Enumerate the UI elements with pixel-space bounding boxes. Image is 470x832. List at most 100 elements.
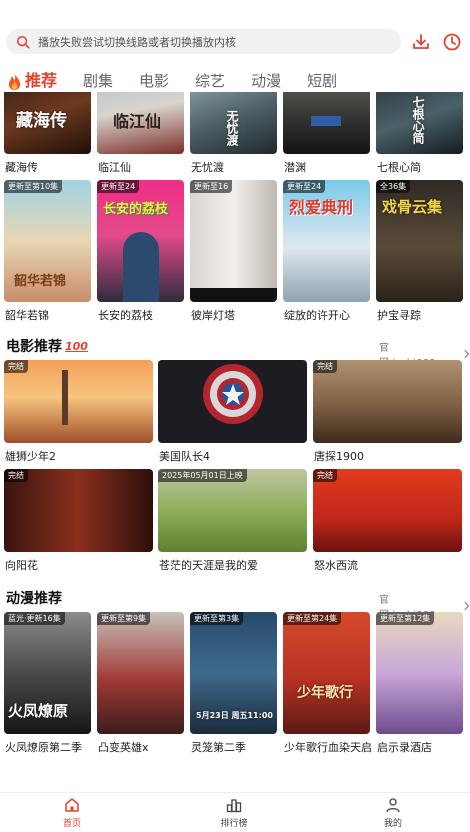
search-icon [16, 35, 30, 48]
status-badge: 更新至第10集 [4, 180, 63, 193]
nav-home[interactable]: 首页 [42, 797, 102, 829]
poster-title[interactable]: 少年歌行血染天启... [284, 739, 372, 755]
poster-card[interactable] [283, 92, 370, 154]
poster-card[interactable]: 全36集 戏骨云集 [376, 180, 463, 302]
poster-strip [190, 288, 277, 302]
poster-title[interactable]: 彼岸灯塔 [191, 307, 235, 323]
tab-anime[interactable]: 动漫 [251, 70, 281, 92]
poster-card[interactable]: 更新至第24集 少年歌行 [283, 612, 370, 734]
poster-overlay-title: 长安的荔枝 [103, 202, 169, 217]
poster-title[interactable]: 潜渊 [284, 159, 306, 175]
figure-shape [123, 232, 159, 302]
poster-overlay-title: 烈爱典刑 [289, 198, 354, 217]
status-badge: 完结 [4, 360, 28, 373]
tab-recommend[interactable]: 推荐 [7, 70, 83, 92]
tab-label: 推荐 [25, 71, 58, 90]
nav-ranking[interactable]: 排行榜 [204, 797, 264, 829]
poster-title[interactable]: 向阳花 [5, 557, 38, 573]
tab-short-drama[interactable]: 短剧 [307, 70, 337, 92]
status-badge: 全36集 [376, 180, 411, 193]
status-badge: 更新至第12集 [376, 612, 435, 625]
status-badge: 完结 [313, 469, 337, 482]
poster-overlay-title: 临江仙 [113, 112, 162, 131]
poster-overlay-title: 七根心简 [411, 96, 425, 144]
tab-variety[interactable]: 综艺 [195, 70, 225, 92]
main-content: 藏海传 藏海传 临江仙 临江仙 无忧渡 无忧渡 潜渊 七根心简 七根心简 更新至… [0, 92, 470, 792]
poster-card[interactable]: 更新至第3集 5月23日 周五11:00 [190, 612, 277, 734]
poster-title[interactable]: 凸变英雄x [98, 739, 149, 755]
category-tabs: 推荐 剧集 电影 综艺 动漫 短剧 [0, 62, 470, 92]
poster-overlay-title: 戏骨云集 [382, 198, 443, 216]
chevron-right-icon [464, 601, 470, 611]
status-badge: 更新至第24集 [283, 612, 342, 625]
poster-card[interactable]: 更新至24 长安的荔枝 [97, 180, 184, 302]
hundred-icon: 100 [65, 339, 88, 353]
poster-card[interactable]: 完结 [313, 360, 462, 443]
anime-section-title: 动漫推荐 [6, 591, 62, 607]
tab-series[interactable]: 剧集 [83, 70, 113, 92]
nav-label: 排行榜 [220, 819, 248, 829]
poster-card[interactable]: 临江仙 [97, 92, 184, 154]
status-badge: 更新至第9集 [97, 612, 151, 625]
poster-card[interactable]: 完结 [313, 469, 462, 552]
status-badge: 更新至16 [190, 180, 233, 193]
poster-title[interactable]: 藏海传 [5, 159, 38, 175]
status-badge: 更新至24 [283, 180, 326, 193]
status-badge: 完结 [4, 469, 28, 482]
poster-title[interactable]: 护宝寻踪 [377, 307, 421, 323]
poster-title[interactable]: 火凤燎原第二季 [5, 739, 82, 755]
poster-title[interactable]: 唐探1900 [314, 448, 364, 464]
poster-overlay-title: 韶华若锦 [14, 274, 67, 289]
nav-label: 首页 [62, 819, 81, 829]
poster-card[interactable]: 2025年05月01日上映 [158, 469, 307, 552]
search-bar[interactable]: 播放失败尝试切换线路或者切换播放内核 [6, 29, 401, 54]
history-clock-icon[interactable] [442, 32, 462, 52]
search-placeholder: 播放失败尝试切换线路或者切换播放内核 [38, 35, 236, 49]
poster-overlay-title: 藏海传 [16, 111, 67, 131]
poster-overlay-title: 5月23日 周五11:00 [196, 711, 273, 720]
poster-overlay-title: 少年歌行 [297, 685, 353, 701]
poster-title[interactable]: 启示录酒店 [377, 739, 432, 755]
poster-card[interactable]: 更新至24 烈爱典刑 [283, 180, 370, 302]
poster-card[interactable]: 更新至第9集 [97, 612, 184, 734]
bottom-nav: 首页 排行榜 我的 [0, 792, 470, 832]
tab-movies[interactable]: 电影 [139, 70, 169, 92]
poster-card[interactable]: 藏海传 [4, 92, 91, 154]
plate-sign [311, 116, 341, 126]
poster-card[interactable]: 更新至16 [190, 180, 277, 302]
tower-shape [62, 370, 68, 425]
poster-title[interactable]: 雄狮少年2 [5, 448, 56, 464]
status-badge: 蓝光·更新16集 [4, 612, 65, 625]
poster-card[interactable]: 无忧渡 [190, 92, 277, 154]
poster-card[interactable]: 七根心简 [376, 92, 463, 154]
poster-overlay-title: 无忧渡 [225, 110, 239, 146]
poster-title[interactable]: 七根心简 [377, 159, 421, 175]
poster-title[interactable]: 灵笼第二季 [191, 739, 246, 755]
poster-title[interactable]: 怒水西流 [314, 557, 358, 573]
poster-title[interactable]: 美国队长4 [159, 448, 210, 464]
ranking-icon [226, 799, 242, 813]
home-icon [65, 798, 79, 812]
shield-icon [203, 364, 263, 424]
poster-title[interactable]: 绽放的许开心 [284, 307, 350, 323]
status-badge: 更新至第3集 [190, 612, 244, 625]
poster-card[interactable]: 更新至第10集 韶华若锦 [4, 180, 91, 302]
status-badge: 2025年05月01日上映 [158, 469, 247, 482]
poster-title[interactable]: 无忧渡 [191, 159, 224, 175]
poster-title[interactable]: 苍茫的天涯是我的爱 [159, 557, 258, 573]
poster-card[interactable] [158, 360, 307, 443]
poster-card[interactable]: 更新至第12集 [376, 612, 463, 734]
poster-card[interactable]: 完结 [4, 360, 153, 443]
download-icon[interactable] [411, 32, 431, 52]
poster-title[interactable]: 韶华若锦 [5, 307, 49, 323]
flame-icon [8, 72, 21, 90]
poster-card[interactable]: 完结 [4, 469, 153, 552]
status-badge: 完结 [313, 360, 337, 373]
poster-title[interactable]: 长安的荔枝 [98, 307, 153, 323]
chevron-right-icon [464, 349, 470, 359]
poster-overlay-title: 火凤燎原 [8, 702, 69, 720]
poster-title[interactable]: 临江仙 [98, 159, 131, 175]
nav-profile[interactable]: 我的 [363, 797, 423, 829]
top-bar: 播放失败尝试切换线路或者切换播放内核 [0, 0, 470, 62]
poster-card[interactable]: 蓝光·更新16集 火凤燎原 [4, 612, 91, 734]
